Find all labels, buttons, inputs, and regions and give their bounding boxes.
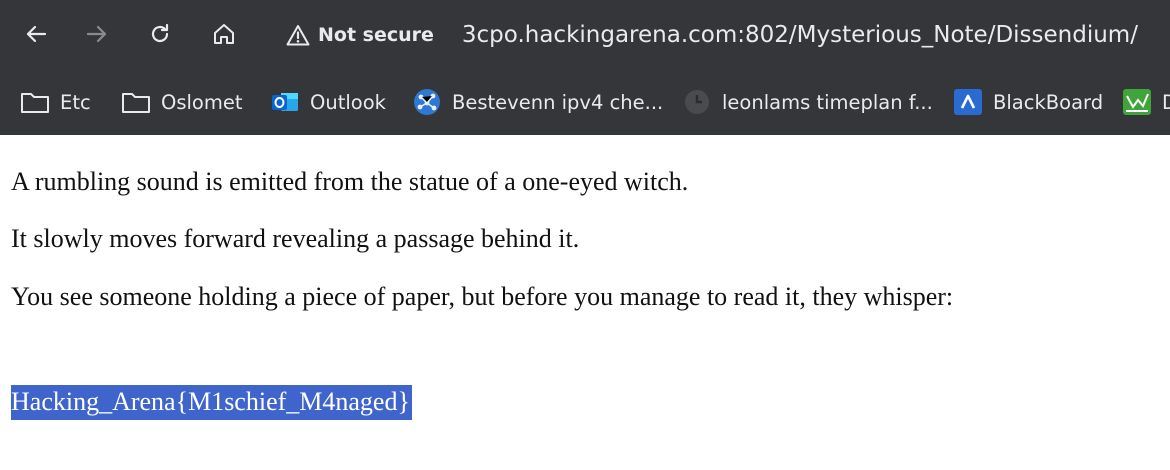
page-content: A rumbling sound is emitted from the sta… [0, 135, 1170, 420]
folder-icon [20, 88, 50, 116]
url-text[interactable]: 3cpo.hackingarena.com:802/Mysterious_Not… [462, 22, 1138, 48]
bookmark-label: Outlook [310, 90, 386, 114]
security-label: Not secure [318, 24, 434, 46]
bookmark-label: leonlams timeplan f... [722, 90, 933, 114]
warning-icon [286, 25, 310, 46]
folder-icon [121, 88, 151, 116]
outlook-icon [270, 88, 300, 116]
bookmark-outlook[interactable]: Outlook [270, 69, 386, 135]
flag-container: Hacking_Arena{M1schief_M4naged} [11, 385, 1170, 420]
story-line-1: A rumbling sound is emitted from the sta… [11, 167, 689, 196]
home-icon [214, 24, 234, 44]
forward-button[interactable] [77, 14, 117, 54]
bookmark-label: Oslomet [161, 90, 243, 114]
story-line-2: It slowly moves forward revealing a pass… [11, 224, 580, 253]
bookmark-label: Etc [60, 90, 91, 114]
bookmark-blackboard[interactable]: BlackBoard [953, 69, 1103, 135]
browser-toolbar: Not secure 3cpo.hackingarena.com:802/Mys… [0, 0, 1170, 69]
back-arrow-icon [26, 25, 47, 43]
selected-flag-text[interactable]: Hacking_Arena{M1schief_M4naged} [11, 385, 412, 420]
address-bar[interactable]: Not secure 3cpo.hackingarena.com:802/Mys… [272, 10, 1162, 60]
reload-icon [151, 23, 169, 43]
bookmark-label: D [1162, 90, 1170, 114]
chart-icon [1122, 88, 1152, 116]
blackboard-icon [953, 88, 983, 116]
forward-arrow-icon [86, 25, 107, 43]
bookmark-label: Bestevenn ipv4 che... [452, 90, 664, 114]
back-button[interactable] [16, 14, 56, 54]
story-line-3: You see someone holding a piece of paper… [11, 282, 954, 311]
network-icon [412, 88, 442, 116]
bookmark-d[interactable]: D [1122, 69, 1170, 135]
security-indicator[interactable]: Not secure [272, 24, 434, 46]
browser-chrome: Not secure 3cpo.hackingarena.com:802/Mys… [0, 0, 1170, 135]
bookmark-oslomet[interactable]: Oslomet [121, 69, 243, 135]
reload-button[interactable] [140, 14, 180, 54]
bookmark-label: BlackBoard [993, 90, 1104, 114]
bookmarks-bar: Etc Oslomet Outlook Bestevenn ipv4 che..… [0, 69, 1170, 135]
bookmark-bestevenn[interactable]: Bestevenn ipv4 che... [412, 69, 663, 135]
bookmark-timeplan[interactable]: leonlams timeplan f... [682, 69, 933, 135]
bookmark-etc[interactable]: Etc [20, 69, 91, 135]
home-button[interactable] [204, 14, 244, 54]
clock-icon [682, 88, 712, 116]
